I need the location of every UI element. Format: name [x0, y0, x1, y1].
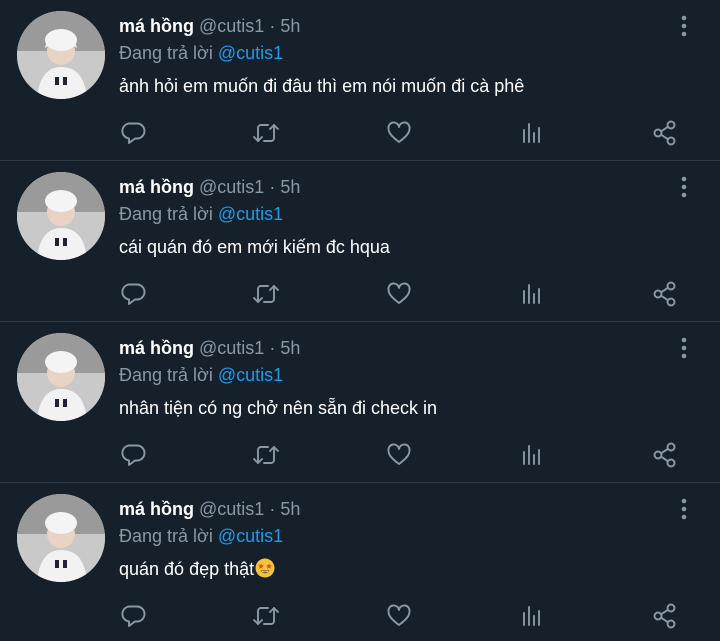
- retweet-icon: [253, 124, 279, 142]
- mention-link[interactable]: @cutis1: [218, 365, 283, 385]
- replying-to: Đang trả lời @cutis1: [119, 364, 283, 386]
- replying-to: Đang trả lời @cutis1: [119, 525, 283, 547]
- retweet-icon: [253, 446, 279, 464]
- tweet-header: má hồng @cutis1 · 5h: [119, 15, 300, 37]
- retweet-button[interactable]: [251, 279, 281, 309]
- user-handle[interactable]: @cutis1: [199, 16, 264, 36]
- tweet-text: nhân tiện có ng chở nên sẵn đi check in: [119, 398, 438, 418]
- tweet-actions: [0, 279, 720, 309]
- more-vertical-icon: [681, 15, 687, 37]
- avatar[interactable]: [17, 172, 105, 260]
- share-icon: [653, 603, 676, 629]
- timestamp[interactable]: 5h: [280, 16, 300, 36]
- tweet[interactable]: má hồng @cutis1 · 5h Đang trả lời @cutis…: [0, 161, 720, 322]
- separator-dot: ·: [269, 499, 276, 519]
- separator-dot: ·: [269, 16, 276, 36]
- tweet-text: quán đó đẹp thật: [119, 558, 275, 580]
- more-vertical-icon: [681, 337, 687, 359]
- avatar[interactable]: [17, 333, 105, 421]
- user-handle[interactable]: @cutis1: [199, 499, 264, 519]
- like-button[interactable]: [384, 601, 414, 631]
- like-button[interactable]: [384, 440, 414, 470]
- share-icon: [653, 281, 676, 307]
- more-button[interactable]: [672, 334, 696, 362]
- avatar[interactable]: [17, 11, 105, 99]
- heart-icon: [387, 443, 411, 465]
- separator-dot: ·: [269, 338, 276, 358]
- replying-to: Đang trả lời @cutis1: [119, 203, 283, 225]
- replying-to-label: Đang trả lời: [119, 43, 213, 63]
- more-button[interactable]: [672, 12, 696, 40]
- reply-thread-feed: má hồng @cutis1 · 5h Đang trả lời @cutis…: [0, 0, 720, 639]
- reply-icon: [121, 605, 146, 627]
- views-icon: [523, 284, 540, 304]
- replying-to-label: Đang trả lời: [119, 526, 213, 546]
- tweet-actions: [0, 440, 720, 470]
- share-button[interactable]: [650, 601, 680, 631]
- timestamp[interactable]: 5h: [280, 177, 300, 197]
- reply-button[interactable]: [118, 279, 148, 309]
- avatar[interactable]: [17, 494, 105, 582]
- tweet-text: ảnh hỏi em muốn đi đâu thì em nói muốn đ…: [119, 76, 525, 96]
- like-button[interactable]: [384, 279, 414, 309]
- views-button[interactable]: [517, 118, 547, 148]
- retweet-button[interactable]: [251, 601, 281, 631]
- more-button[interactable]: [672, 173, 696, 201]
- tweet-header: má hồng @cutis1 · 5h: [119, 498, 300, 520]
- retweet-icon: [253, 607, 279, 625]
- views-button[interactable]: [517, 440, 547, 470]
- reply-button[interactable]: [118, 601, 148, 631]
- mention-link[interactable]: @cutis1: [218, 526, 283, 546]
- user-handle[interactable]: @cutis1: [199, 177, 264, 197]
- tweet-actions: [0, 601, 720, 631]
- separator-dot: ·: [269, 177, 276, 197]
- display-name[interactable]: má hồng: [119, 177, 194, 197]
- heart-icon: [387, 121, 411, 143]
- reply-button[interactable]: [118, 440, 148, 470]
- tweet-header: má hồng @cutis1 · 5h: [119, 337, 300, 359]
- tweet-actions: [0, 118, 720, 148]
- heart-icon: [387, 282, 411, 304]
- star-struck-emoji: [255, 558, 275, 578]
- tweet[interactable]: má hồng @cutis1 · 5h Đang trả lời @cutis…: [0, 0, 720, 161]
- display-name[interactable]: má hồng: [119, 499, 194, 519]
- replying-to: Đang trả lời @cutis1: [119, 42, 283, 64]
- display-name[interactable]: má hồng: [119, 16, 194, 36]
- timestamp[interactable]: 5h: [280, 499, 300, 519]
- reply-button[interactable]: [118, 118, 148, 148]
- mention-link[interactable]: @cutis1: [218, 43, 283, 63]
- views-button[interactable]: [517, 279, 547, 309]
- more-button[interactable]: [672, 495, 696, 523]
- tweet[interactable]: má hồng @cutis1 · 5h Đang trả lời @cutis…: [0, 483, 720, 639]
- user-handle[interactable]: @cutis1: [199, 338, 264, 358]
- retweet-button[interactable]: [251, 118, 281, 148]
- replying-to-label: Đang trả lời: [119, 365, 213, 385]
- more-vertical-icon: [681, 176, 687, 198]
- tweet[interactable]: má hồng @cutis1 · 5h Đang trả lời @cutis…: [0, 322, 720, 483]
- reply-icon: [121, 122, 146, 144]
- share-icon: [653, 120, 676, 146]
- views-icon: [523, 123, 540, 143]
- views-icon: [523, 445, 540, 465]
- share-button[interactable]: [650, 279, 680, 309]
- share-button[interactable]: [650, 118, 680, 148]
- display-name[interactable]: má hồng: [119, 338, 194, 358]
- more-vertical-icon: [681, 498, 687, 520]
- share-icon: [653, 442, 676, 468]
- views-icon: [523, 606, 540, 626]
- retweet-button[interactable]: [251, 440, 281, 470]
- reply-icon: [121, 444, 146, 466]
- heart-icon: [387, 604, 411, 626]
- retweet-icon: [253, 285, 279, 303]
- tweet-text: cái quán đó em mới kiếm đc hqua: [119, 237, 390, 257]
- tweet-text-content: quán đó đẹp thật: [119, 559, 255, 579]
- timestamp[interactable]: 5h: [280, 338, 300, 358]
- share-button[interactable]: [650, 440, 680, 470]
- views-button[interactable]: [517, 601, 547, 631]
- mention-link[interactable]: @cutis1: [218, 204, 283, 224]
- tweet-header: má hồng @cutis1 · 5h: [119, 176, 300, 198]
- reply-icon: [121, 283, 146, 305]
- like-button[interactable]: [384, 118, 414, 148]
- replying-to-label: Đang trả lời: [119, 204, 213, 224]
